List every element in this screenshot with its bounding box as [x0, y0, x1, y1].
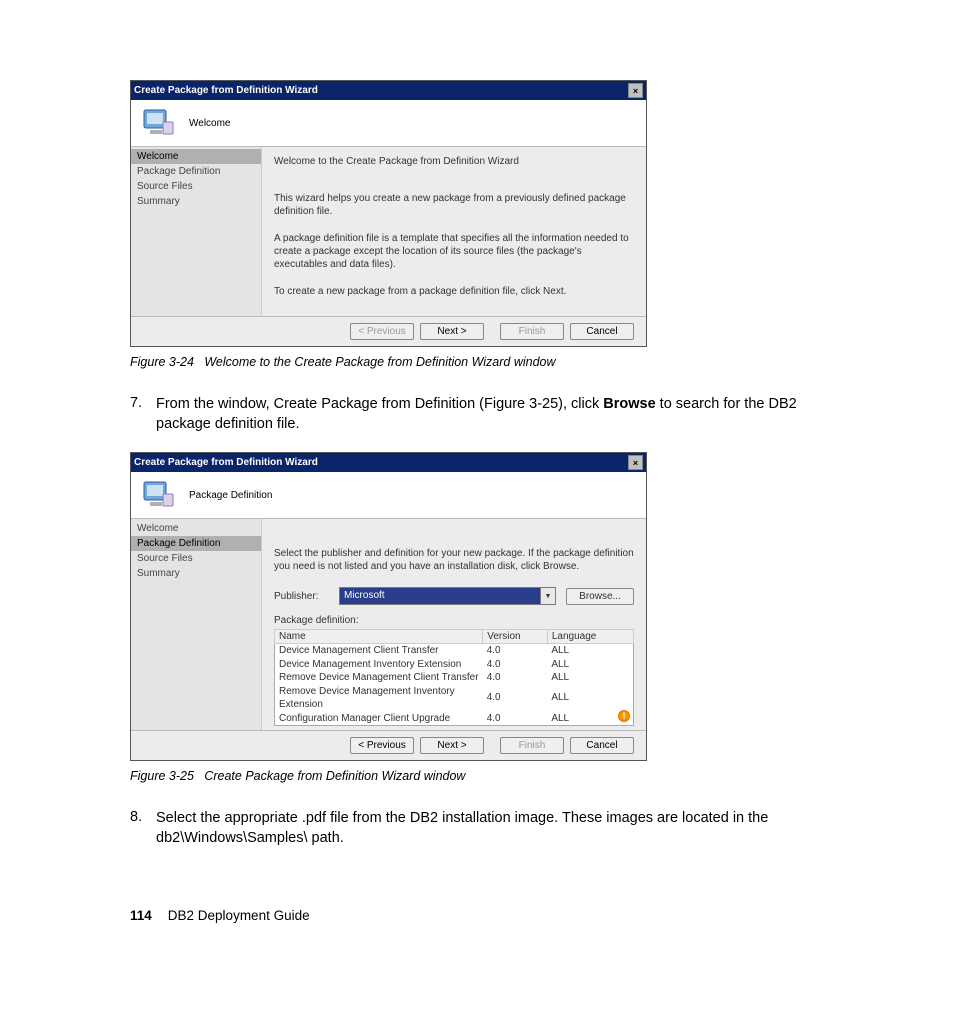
cell-language: ALL [547, 644, 633, 658]
wizard-nav: Welcome Package Definition Source Files … [131, 147, 261, 316]
window-title: Create Package from Definition Wizard [134, 85, 318, 96]
chevron-down-icon[interactable]: ▼ [541, 587, 556, 605]
cell-version: 4.0 [483, 712, 548, 726]
wizard-footer: < Previous Next > Finish Cancel [131, 730, 646, 760]
window-title: Create Package from Definition Wizard [134, 457, 318, 468]
list-number: 7. [130, 395, 148, 434]
nav-item-package-definition[interactable]: Package Definition [131, 164, 261, 179]
col-name: Name [275, 630, 483, 644]
publisher-combo[interactable]: Microsoft ▼ [339, 587, 556, 605]
previous-button: < Previous [350, 323, 414, 340]
cell-language: ALL [547, 671, 633, 685]
figure-caption-3-25: Figure 3-25 Create Package from Definiti… [130, 769, 854, 783]
wizard-content: Welcome to the Create Package from Defin… [261, 147, 646, 316]
nav-item-summary[interactable]: Summary [131, 566, 261, 581]
browse-button[interactable]: Browse... [566, 588, 634, 605]
cell-name: Remove Device Management Client Transfer [275, 671, 483, 685]
nav-item-source-files[interactable]: Source Files [131, 551, 261, 566]
col-language: Language [547, 630, 633, 644]
cell-name: Device Management Inventory Extension [275, 658, 483, 672]
col-version: Version [483, 630, 548, 644]
cell-version: 4.0 [483, 671, 548, 685]
nav-item-welcome[interactable]: Welcome [131, 149, 261, 164]
table-row[interactable]: Remove Device Management Inventory Exten… [275, 685, 634, 712]
cell-version: 4.0 [483, 685, 548, 712]
package-definition-table[interactable]: Name Version Language Device Management … [274, 629, 634, 726]
close-icon[interactable]: × [628, 455, 643, 470]
wizard-header-label: Welcome [189, 118, 231, 129]
cell-name: Device Management Client Transfer [275, 644, 483, 658]
next-button[interactable]: Next > [420, 737, 484, 754]
nav-item-summary[interactable]: Summary [131, 194, 261, 209]
list-number: 8. [130, 809, 148, 848]
step-bold: Browse [603, 396, 655, 412]
wizard-text: This wizard helps you create a new packa… [274, 192, 634, 218]
wizard-footer: < Previous Next > Finish Cancel [131, 316, 646, 346]
cell-name: Configuration Manager Client Upgrade [275, 712, 483, 726]
step-text: Select the appropriate .pdf file from th… [156, 809, 854, 848]
cell-name: Remove Device Management Inventory Exten… [275, 685, 483, 712]
package-definition-label: Package definition: [274, 615, 634, 626]
cell-version: 4.0 [483, 644, 548, 658]
table-row[interactable]: Remove Device Management Client Transfer… [275, 671, 634, 685]
computer-icon [141, 108, 177, 138]
footer-title: DB2 Deployment Guide [168, 908, 310, 923]
wizard-content: Select the publisher and definition for … [261, 519, 646, 730]
wizard-nav: Welcome Package Definition Source Files … [131, 519, 261, 730]
wizard-header: Package Definition [131, 472, 646, 519]
previous-button[interactable]: < Previous [350, 737, 414, 754]
nav-item-welcome[interactable]: Welcome [131, 521, 261, 536]
cell-language: ALL [547, 685, 633, 712]
wizard-header: Welcome [131, 100, 646, 147]
cell-version: 4.0 [483, 658, 548, 672]
table-row[interactable]: Device Management Inventory Extension4.0… [275, 658, 634, 672]
figure-caption-3-24: Figure 3-24 Welcome to the Create Packag… [130, 355, 854, 369]
cell-language: ALL [547, 658, 633, 672]
wizard-text: A package definition file is a template … [274, 232, 634, 271]
cancel-button[interactable]: Cancel [570, 737, 634, 754]
wizard-welcome-title: Welcome to the Create Package from Defin… [274, 155, 634, 168]
window-titlebar: Create Package from Definition Wizard × [131, 81, 646, 100]
wizard-figure-3-25: Create Package from Definition Wizard × … [130, 452, 647, 761]
cancel-button[interactable]: Cancel [570, 323, 634, 340]
page-number: 114 [130, 908, 152, 923]
table-row[interactable]: Configuration Manager Client Upgrade4.0A… [275, 712, 634, 726]
wizard-figure-3-24: Create Package from Definition Wizard × … [130, 80, 647, 347]
publisher-label: Publisher: [274, 591, 329, 602]
window-titlebar: Create Package from Definition Wizard × [131, 453, 646, 472]
table-row[interactable]: Device Management Client Transfer4.0ALL [275, 644, 634, 658]
step-8: 8. Select the appropriate .pdf file from… [130, 809, 854, 848]
publisher-value: Microsoft [339, 587, 541, 605]
finish-button: Finish [500, 737, 564, 754]
nav-item-source-files[interactable]: Source Files [131, 179, 261, 194]
step-text: From the window, Create Package from Def… [156, 396, 603, 412]
page-footer: 114 DB2 Deployment Guide [130, 908, 854, 923]
computer-icon [141, 480, 177, 510]
wizard-header-label: Package Definition [189, 490, 272, 501]
finish-button: Finish [500, 323, 564, 340]
wizard-instructions: Select the publisher and definition for … [274, 547, 634, 573]
next-button[interactable]: Next > [420, 323, 484, 340]
close-icon[interactable]: × [628, 83, 643, 98]
wizard-text: To create a new package from a package d… [274, 285, 634, 298]
nav-item-package-definition[interactable]: Package Definition [131, 536, 261, 551]
step-7: 7. From the window, Create Package from … [130, 395, 854, 434]
